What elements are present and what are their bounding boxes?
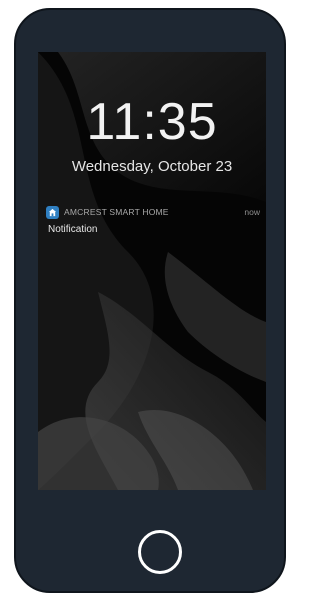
notification-banner[interactable]: AMCREST SMART HOME now Notification [46,202,266,246]
home-icon [46,206,59,219]
lock-screen[interactable]: 11:35 Wednesday, October 23 AMCREST SMAR… [38,52,266,490]
notification-app-name: AMCREST SMART HOME [64,207,169,217]
notification-message: Notification [48,224,98,235]
home-button[interactable] [138,530,182,574]
clock-time: 11:35 [86,93,218,151]
notification-header: AMCREST SMART HOME now [46,206,266,220]
phone-frame: 11:35 Wednesday, October 23 AMCREST SMAR… [14,8,286,593]
notification-timestamp: now [244,207,260,217]
clock-date: Wednesday, October 23 [71,158,233,175]
